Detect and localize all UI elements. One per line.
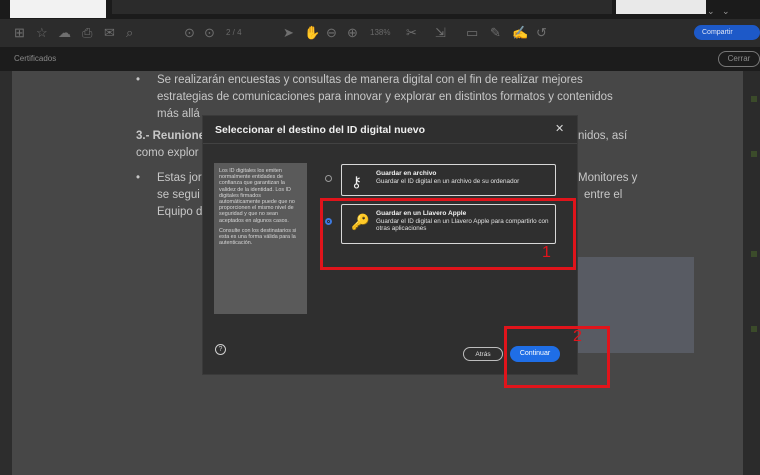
divider xyxy=(203,143,577,144)
info-paragraph: Consulte con los destinatarios si esta e… xyxy=(219,227,297,247)
panel-marker[interactable] xyxy=(751,96,757,102)
zoom-level[interactable]: 138% xyxy=(370,28,390,37)
tab-active[interactable] xyxy=(10,0,106,18)
back-button[interactable]: Atrás xyxy=(463,347,503,361)
cloud-icon[interactable]: ☁ xyxy=(58,25,71,41)
page-down-icon[interactable]: ⊙ xyxy=(204,25,215,41)
star-icon[interactable]: ☆ xyxy=(36,25,48,41)
help-icon[interactable]: ? xyxy=(215,344,226,355)
share-button[interactable]: Compartir xyxy=(694,25,760,40)
mail-icon[interactable]: ✉ xyxy=(104,25,115,41)
panel-marker[interactable] xyxy=(751,151,757,157)
zoom-out-icon[interactable]: ⊖ xyxy=(326,25,337,41)
close-button[interactable]: Cerrar xyxy=(718,51,760,67)
secondary-bar: Certificados Cerrar xyxy=(0,47,760,71)
doc-line: más allá xyxy=(157,108,200,120)
bullet-dot: • xyxy=(136,74,141,86)
fit-icon[interactable]: ⇲ xyxy=(435,25,446,41)
main-toolbar: ⊞ ☆ ☁ ⎙ ✉ ⌕ ⊙ ⊙ 2 / 4 ➤ ✋ ⊖ ⊕ 138% ✂ ⇲ ▭… xyxy=(0,19,760,47)
doc-line: estrategias de comunicaciones para innov… xyxy=(157,91,613,103)
pencil-icon[interactable]: ✎ xyxy=(490,25,501,41)
left-gutter xyxy=(0,71,12,475)
search-icon[interactable]: ⌕ xyxy=(126,25,133,41)
chevron-down-icon-2[interactable]: ⌄ xyxy=(722,6,730,17)
doc-line: Equipo d xyxy=(157,206,203,218)
page-indicator[interactable]: 2 / 4 xyxy=(226,28,242,37)
share-label: Compartir xyxy=(702,29,733,36)
doc-line: como explor xyxy=(136,147,199,159)
tab-bar-blank xyxy=(112,0,612,14)
doc-line: se segui xyxy=(157,189,200,201)
doc-line: Estas jor xyxy=(157,172,202,184)
doc-line: nidos, así xyxy=(578,130,628,142)
cursor-icon[interactable]: ➤ xyxy=(283,25,294,41)
annotation-box-2 xyxy=(504,326,610,388)
dialog-title: Seleccionar el destino del ID digital nu… xyxy=(215,124,426,136)
tools-icon[interactable]: ✂ xyxy=(406,25,417,41)
undo-icon[interactable]: ↺ xyxy=(536,25,547,41)
option-title: Guardar en archivo xyxy=(376,170,437,177)
annotation-label-1: 1 xyxy=(542,244,551,261)
doc-line: Se realizarán encuestas y consultas de m… xyxy=(157,74,583,86)
panel-marker[interactable] xyxy=(751,251,757,257)
sign-icon[interactable]: ✍ xyxy=(512,25,528,41)
right-panel xyxy=(743,71,760,475)
bullet-dot: • xyxy=(136,172,141,184)
info-panel: Los ID digitales los emiten normalmente … xyxy=(214,163,307,314)
create-icon[interactable]: ⊞ xyxy=(14,25,25,41)
top-strip: ⌄ ⌄ xyxy=(0,0,760,19)
file-key-icon: ⚷ xyxy=(351,174,362,191)
document-title: Certificados xyxy=(14,54,57,63)
doc-line: Monitores y xyxy=(578,172,638,184)
page-up-icon[interactable]: ⊙ xyxy=(184,25,195,41)
option-save-to-file[interactable]: ⚷ Guardar en archivo Guardar el ID digit… xyxy=(341,164,556,196)
info-paragraph: Los ID digitales los emiten normalmente … xyxy=(219,168,295,224)
radio-save-to-file[interactable] xyxy=(325,175,332,182)
doc-heading: 3.- Reunione xyxy=(136,130,206,142)
close-icon[interactable]: ✕ xyxy=(555,122,564,135)
tab-right[interactable] xyxy=(616,0,706,14)
doc-line: entre el xyxy=(584,189,623,201)
panel-marker[interactable] xyxy=(751,326,757,332)
zoom-in-icon[interactable]: ⊕ xyxy=(347,25,358,41)
chevron-down-icon[interactable]: ⌄ xyxy=(707,6,715,17)
annotation-label-2: 2 xyxy=(573,328,582,345)
comment-icon[interactable]: ▭ xyxy=(466,25,478,41)
print-icon[interactable]: ⎙ xyxy=(82,25,92,41)
option-description: Guardar el ID digital en un archivo de s… xyxy=(376,178,520,185)
annotation-box-1 xyxy=(320,198,576,270)
hand-icon[interactable]: ✋ xyxy=(304,25,320,41)
